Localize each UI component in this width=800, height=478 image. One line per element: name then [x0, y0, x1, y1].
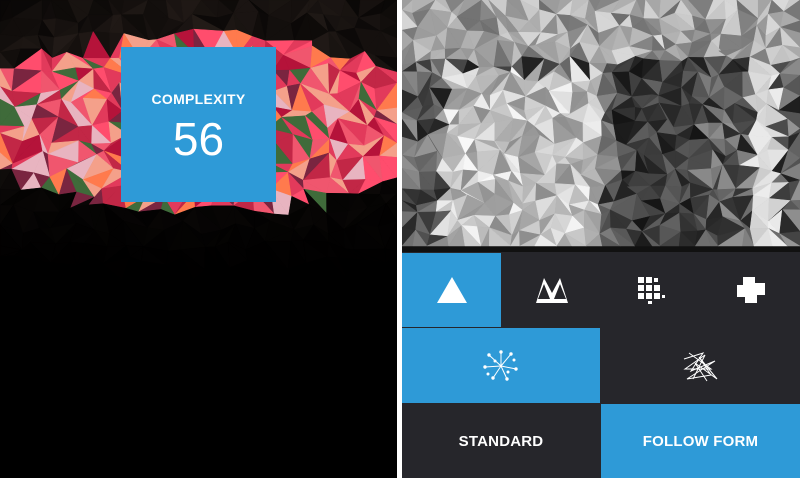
- mountain-icon: [535, 278, 568, 303]
- scatter-icon: [483, 349, 518, 381]
- standard-label: STANDARD: [458, 432, 544, 450]
- standard-button[interactable]: STANDARD: [402, 404, 600, 478]
- triangle-icon: [436, 277, 467, 303]
- follow-form-label: FOLLOW FORM: [642, 432, 759, 450]
- mode-triangle-button[interactable]: [402, 253, 501, 327]
- pixel-icon: [638, 277, 665, 304]
- complexity-label: COMPLEXITY: [151, 91, 246, 107]
- complexity-value: 56: [172, 113, 225, 165]
- lines-icon: [682, 351, 717, 381]
- mode-pixel-button[interactable]: [602, 253, 700, 327]
- style-lines-button[interactable]: [601, 328, 800, 403]
- settings-panel: STANDARD FOLLOW FORM: [402, 0, 800, 478]
- grayscale-art-preview: [402, 0, 800, 252]
- mode-mountain-button[interactable]: [502, 253, 601, 327]
- complexity-card[interactable]: COMPLEXITY 56: [121, 47, 276, 202]
- follow-form-button[interactable]: FOLLOW FORM: [601, 404, 800, 478]
- blocks-icon: [736, 277, 765, 303]
- preview-panel: COMPLEXITY 56: [0, 0, 397, 478]
- style-scatter-button[interactable]: [402, 328, 600, 403]
- mode-blocks-button[interactable]: [701, 253, 800, 327]
